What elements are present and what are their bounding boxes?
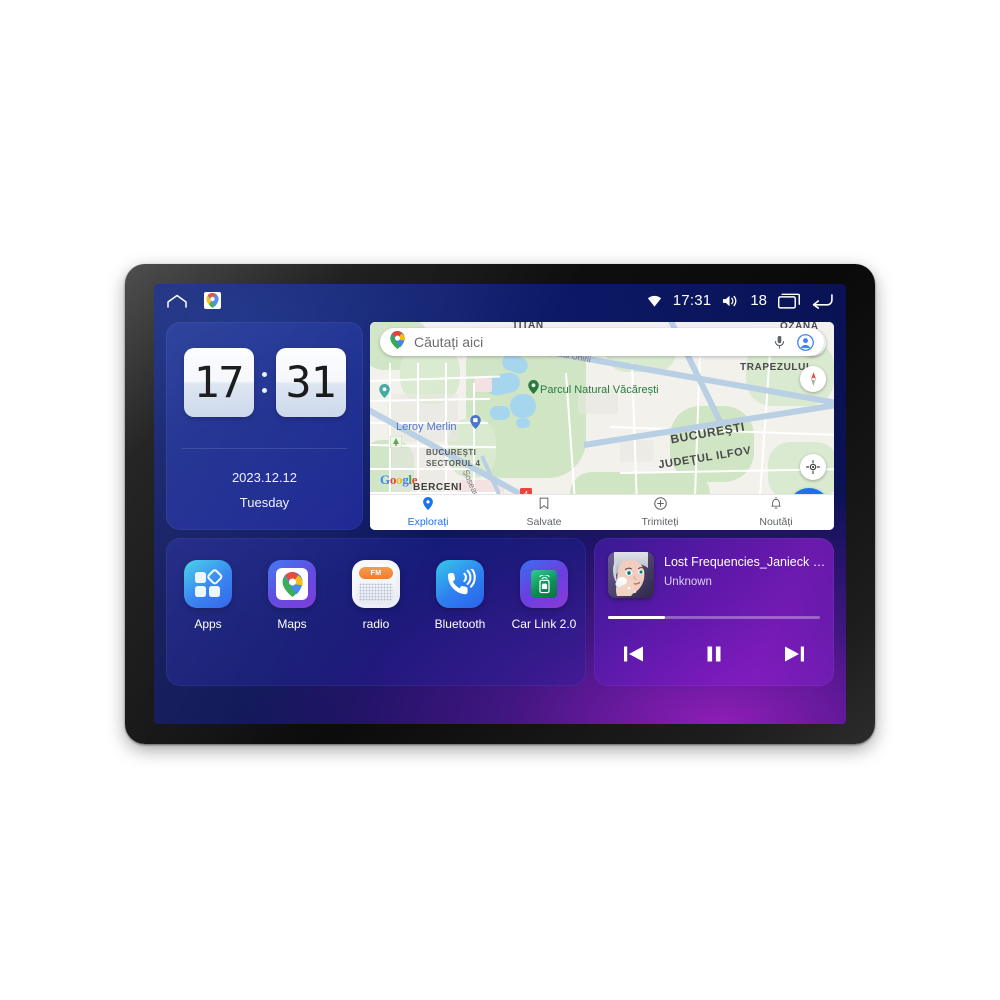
bluetooth-phone-icon: [436, 560, 484, 608]
map-tab-noutati[interactable]: Noutăți: [718, 495, 834, 530]
app-item-car-link[interactable]: Car Link 2.0: [509, 560, 579, 631]
map-marker-parcul[interactable]: [528, 380, 539, 399]
album-art: [608, 552, 654, 598]
status-bar: 17:31 18: [154, 284, 846, 317]
app-label: Apps: [194, 617, 222, 631]
screen[interactable]: 17:31 18 17 31 2023.12.12 Tuesday TITAN …: [154, 284, 846, 724]
pause-icon[interactable]: [704, 644, 724, 664]
app-label: Car Link 2.0: [511, 617, 577, 631]
google-watermark: Google: [380, 472, 418, 487]
map-label-leroy-merlin[interactable]: Leroy Merlin: [396, 421, 457, 433]
player-controls: [594, 634, 834, 674]
map-label-trapezului: TRAPEZULUI: [740, 362, 810, 373]
app-item-radio[interactable]: FM radio: [341, 560, 411, 631]
skip-next-icon[interactable]: [783, 644, 805, 664]
app-item-apps[interactable]: Apps: [173, 560, 243, 631]
clock-colon: [258, 372, 272, 393]
map-widget[interactable]: TITAN OZANA TRAPEZULUI BUCUREŞTI JUDEŢUL…: [370, 322, 834, 530]
google-maps-icon[interactable]: [204, 292, 221, 309]
status-time: 17:31: [672, 292, 712, 309]
speaker-grille: [359, 583, 393, 601]
car-link-icon: [520, 560, 568, 608]
google-maps-pin-icon: [390, 330, 405, 354]
car-head-unit-device: 17:31 18 17 31 2023.12.12 Tuesday TITAN …: [125, 264, 875, 744]
map-bottom-nav: Explorați Salvate Trimiteți Noutăți: [370, 494, 834, 530]
app-label: Bluetooth: [434, 617, 486, 631]
map-tab-label: Salvate: [526, 516, 562, 528]
clock-divider: [182, 448, 347, 449]
volume-icon[interactable]: [722, 294, 739, 308]
flip-clock: 17 31: [166, 348, 363, 417]
map-marker-left-poi[interactable]: [379, 384, 390, 403]
map-tab-label: Trimiteți: [641, 516, 679, 528]
map-marker-leroy-merlin[interactable]: [470, 415, 481, 434]
map-label-parcul-natural-vacaresti[interactable]: Parcul Natural Văcărești: [540, 384, 659, 396]
back-icon[interactable]: [811, 293, 834, 309]
clock-date: 2023.12.12: [231, 470, 298, 485]
account-avatar-icon[interactable]: [797, 333, 814, 351]
plus-circle-icon: [653, 497, 667, 515]
clock-widget[interactable]: 17 31 2023.12.12 Tuesday: [166, 322, 363, 530]
app-dock: Apps Maps FM radio Bluetooth Car Link 2.…: [166, 538, 586, 686]
media-player-widget[interactable]: Lost Frequencies_Janieck Devy-... Unknow…: [594, 538, 834, 686]
clock-weekday: Tuesday: [239, 495, 290, 510]
map-tab-label: Noutăți: [759, 516, 793, 528]
map-label-sectorul-4: SECTORUL 4: [426, 459, 481, 468]
map-compass-button[interactable]: [800, 366, 826, 392]
track-title: Lost Frequencies_Janieck Devy-...: [664, 555, 826, 569]
playback-progress-fill: [608, 616, 666, 619]
apps-grid-icon: [184, 560, 232, 608]
bookmark-icon: [539, 497, 549, 515]
map-tab-label: Explorați: [407, 516, 449, 528]
skip-previous-icon[interactable]: [623, 644, 645, 664]
bell-icon: [770, 496, 782, 515]
clock-hours: 17: [183, 348, 254, 417]
volume-level: 18: [750, 292, 767, 309]
playback-progress-bar[interactable]: [608, 616, 820, 619]
wifi-icon: [647, 294, 662, 308]
app-item-maps[interactable]: Maps: [257, 560, 327, 631]
map-tab-trimiteti[interactable]: Trimiteți: [602, 495, 718, 530]
track-artist: Unknown: [664, 576, 712, 588]
map-tab-explorati[interactable]: Explorați: [370, 495, 486, 530]
map-marker-park-small[interactable]: [389, 435, 403, 453]
clock-minutes: 31: [275, 348, 346, 417]
map-search-bar[interactable]: Căutați aici: [380, 328, 824, 356]
home-icon[interactable]: [166, 293, 188, 309]
google-maps-icon: [268, 560, 316, 608]
fm-radio-icon: FM: [352, 560, 400, 608]
app-label: radio: [362, 617, 390, 631]
app-label: Maps: [277, 617, 307, 631]
location-pin-icon: [423, 497, 433, 515]
recents-icon[interactable]: [778, 293, 800, 309]
map-tab-salvate[interactable]: Salvate: [486, 495, 602, 530]
map-locate-me-button[interactable]: [800, 454, 826, 480]
app-item-bluetooth[interactable]: Bluetooth: [425, 560, 495, 631]
map-label-berceni: BERCENI: [413, 482, 463, 493]
microphone-icon[interactable]: [774, 335, 785, 350]
fm-band-label: FM: [359, 567, 393, 579]
map-search-input[interactable]: Căutați aici: [414, 334, 774, 350]
map-label-bucuresti-sector: BUCUREŞTI: [426, 448, 477, 457]
